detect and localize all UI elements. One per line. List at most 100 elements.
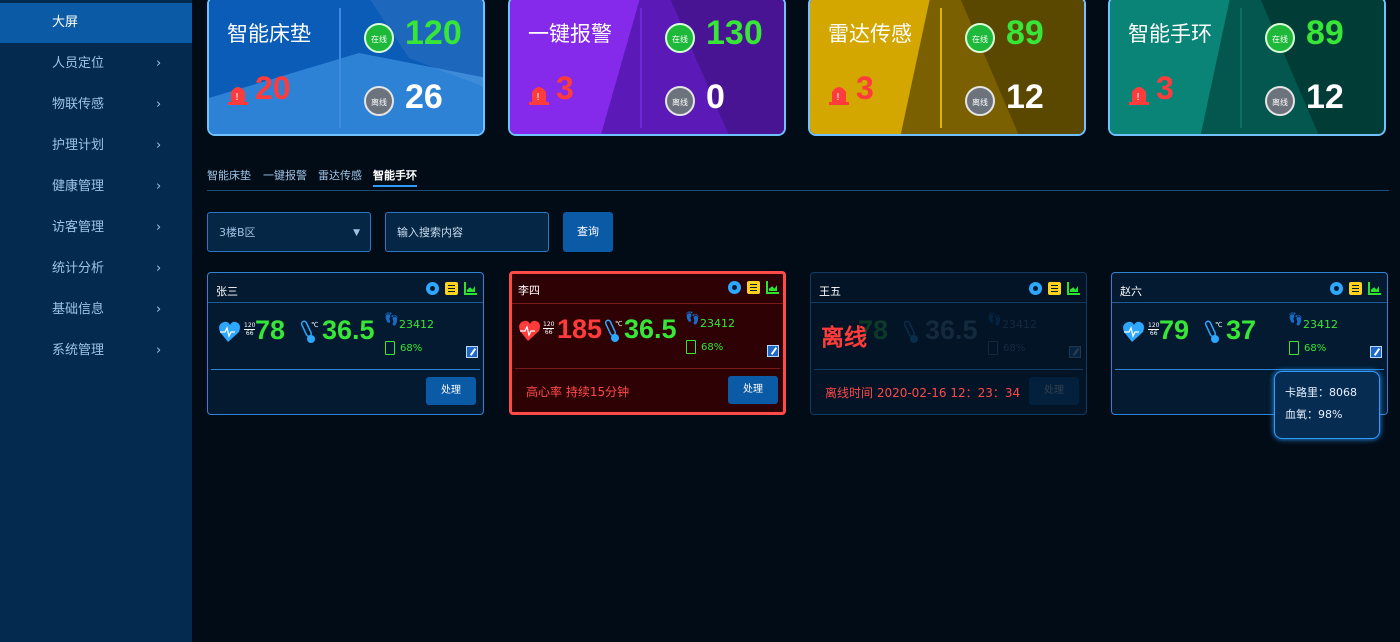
heart-rate-value: 78	[255, 315, 286, 345]
battery-icon	[385, 341, 395, 355]
chart-icon[interactable]	[766, 281, 779, 294]
sidebar-item-location[interactable]: 人员定位 ›	[0, 43, 192, 84]
steps-value: 23412	[1002, 318, 1037, 331]
device-card: 张三 12066 78 ℃ 36.5 👣 23412 68% 处理	[207, 272, 484, 415]
online-count: 120	[405, 14, 462, 52]
divider	[211, 369, 480, 370]
sidebar-item-label: 护理计划	[52, 138, 105, 153]
gear-icon[interactable]	[1330, 282, 1343, 295]
alarm-siren-icon: !	[829, 87, 849, 105]
svg-text:℃: ℃	[1215, 321, 1222, 329]
sidebar-item-label: 访客管理	[52, 220, 105, 235]
chart-icon[interactable]	[1067, 282, 1080, 295]
svg-text:!: !	[235, 92, 239, 103]
chevron-right-icon: ›	[156, 220, 162, 235]
stat-title: 雷达传感	[828, 22, 912, 46]
divider	[1240, 8, 1242, 128]
online-count: 89	[1306, 14, 1344, 52]
stat-card-mattress[interactable]: 智能床垫 ! 20 在线 120 离线 26	[207, 0, 485, 136]
stat-card-alarm-button[interactable]: 一键报警 ! 3 在线 130 离线 0	[508, 0, 786, 136]
edit-icon[interactable]	[1370, 346, 1382, 358]
bp-systolic: 120	[244, 322, 256, 329]
sidebar-item-label: 健康管理	[52, 179, 105, 194]
battery-value: 68%	[400, 343, 423, 354]
document-icon[interactable]	[1349, 282, 1362, 295]
chart-icon[interactable]	[1368, 282, 1381, 295]
tab-radar[interactable]: 雷达传感	[318, 167, 362, 183]
chevron-right-icon: ›	[156, 261, 162, 276]
tab-alarm-button[interactable]: 一键报警	[263, 167, 307, 183]
gear-icon[interactable]	[728, 281, 741, 294]
alarm-siren-icon: !	[1129, 87, 1149, 105]
sidebar-item-dashboard[interactable]: 大屏	[0, 3, 192, 43]
device-owner-name: 张三	[216, 285, 238, 298]
sidebar-item-label: 大屏	[52, 15, 79, 30]
online-globe-icon: 在线	[1265, 23, 1295, 53]
edit-icon[interactable]	[466, 346, 478, 358]
sidebar-item-visitors[interactable]: 访客管理 ›	[0, 207, 192, 248]
search-input[interactable]	[385, 212, 549, 252]
svg-text:!: !	[536, 92, 540, 103]
device-tabs: 智能床垫 一键报警 雷达传感 智能手环	[207, 165, 1389, 191]
alarm-siren-icon: !	[529, 87, 549, 105]
svg-text:℃: ℃	[615, 320, 622, 328]
stat-card-bracelet[interactable]: 智能手环 ! 3 在线 89 离线 12	[1108, 0, 1386, 136]
sidebar: 大屏 人员定位 › 物联传感 › 护理计划 › 健康管理 › 访客管理 › 统计分析 › 基…	[0, 0, 192, 642]
svg-text:!: !	[836, 92, 840, 103]
sidebar-item-base-info[interactable]: 基础信息 ›	[0, 289, 192, 330]
active-tab-indicator	[373, 185, 417, 187]
sidebar-item-label: 系统管理	[52, 343, 105, 358]
footsteps-icon: 👣	[384, 312, 399, 326]
heart-rate-value: 79	[1159, 315, 1190, 345]
handle-button[interactable]: 处理	[426, 377, 476, 405]
divider	[1115, 369, 1384, 370]
bp-diastolic: 66	[543, 328, 555, 336]
temperature-value: 36.5	[322, 315, 375, 345]
steps-value: 23412	[1303, 318, 1338, 331]
alarm-note: 高心率 持续15分钟	[526, 385, 630, 399]
gear-icon[interactable]	[426, 282, 439, 295]
offline-count: 0	[706, 78, 725, 116]
sidebar-item-care-plan[interactable]: 护理计划 ›	[0, 125, 192, 166]
footsteps-icon: 👣	[685, 311, 700, 325]
battery-value: 68%	[1003, 343, 1026, 354]
divider	[515, 368, 780, 369]
thermometer-icon: ℃	[1204, 320, 1222, 343]
sidebar-item-system[interactable]: 系统管理 ›	[0, 330, 192, 371]
stat-title: 智能手环	[1128, 22, 1212, 46]
calories-value: 卡路里：8068	[1285, 386, 1357, 399]
chevron-right-icon: ›	[156, 343, 162, 358]
document-icon[interactable]	[747, 281, 760, 294]
handle-button[interactable]: 处理	[728, 376, 778, 404]
offline-globe-icon: 离线	[665, 86, 695, 116]
tab-mattress[interactable]: 智能床垫	[207, 167, 251, 183]
blood-pressure: 120 66	[244, 322, 256, 337]
heart-rate-value: 185	[557, 314, 603, 344]
thermometer-icon: ℃	[604, 319, 622, 342]
footsteps-icon: 👣	[987, 312, 1002, 326]
tab-bracelet[interactable]: 智能手环	[373, 167, 417, 183]
battery-icon	[686, 340, 696, 354]
offline-count: 12	[1006, 78, 1044, 116]
device-card-header: 王五	[811, 273, 1086, 303]
sidebar-item-iot[interactable]: 物联传感 ›	[0, 84, 192, 125]
area-select[interactable]: 3楼B区 ▼	[207, 212, 371, 252]
steps-value: 23412	[700, 317, 735, 330]
online-globe-icon: 在线	[364, 23, 394, 53]
document-icon[interactable]	[1048, 282, 1061, 295]
bp-systolic: 120	[543, 321, 555, 328]
chart-icon[interactable]	[464, 282, 477, 295]
temperature-value: 36.5	[624, 314, 677, 344]
alarm-siren-icon: !	[228, 87, 248, 105]
sidebar-item-statistics[interactable]: 统计分析 ›	[0, 248, 192, 289]
temperature-value: 37	[1226, 315, 1257, 345]
stat-card-radar[interactable]: 雷达传感 ! 3 在线 89 离线 12	[808, 0, 1086, 136]
document-icon[interactable]	[445, 282, 458, 295]
sidebar-item-health[interactable]: 健康管理 ›	[0, 166, 192, 207]
divider	[339, 8, 341, 128]
svg-text:!: !	[1136, 92, 1140, 103]
gear-icon[interactable]	[1029, 282, 1042, 295]
edit-icon[interactable]	[767, 345, 779, 357]
query-button[interactable]: 查询	[563, 212, 613, 252]
alarm-count: 20	[255, 70, 291, 106]
